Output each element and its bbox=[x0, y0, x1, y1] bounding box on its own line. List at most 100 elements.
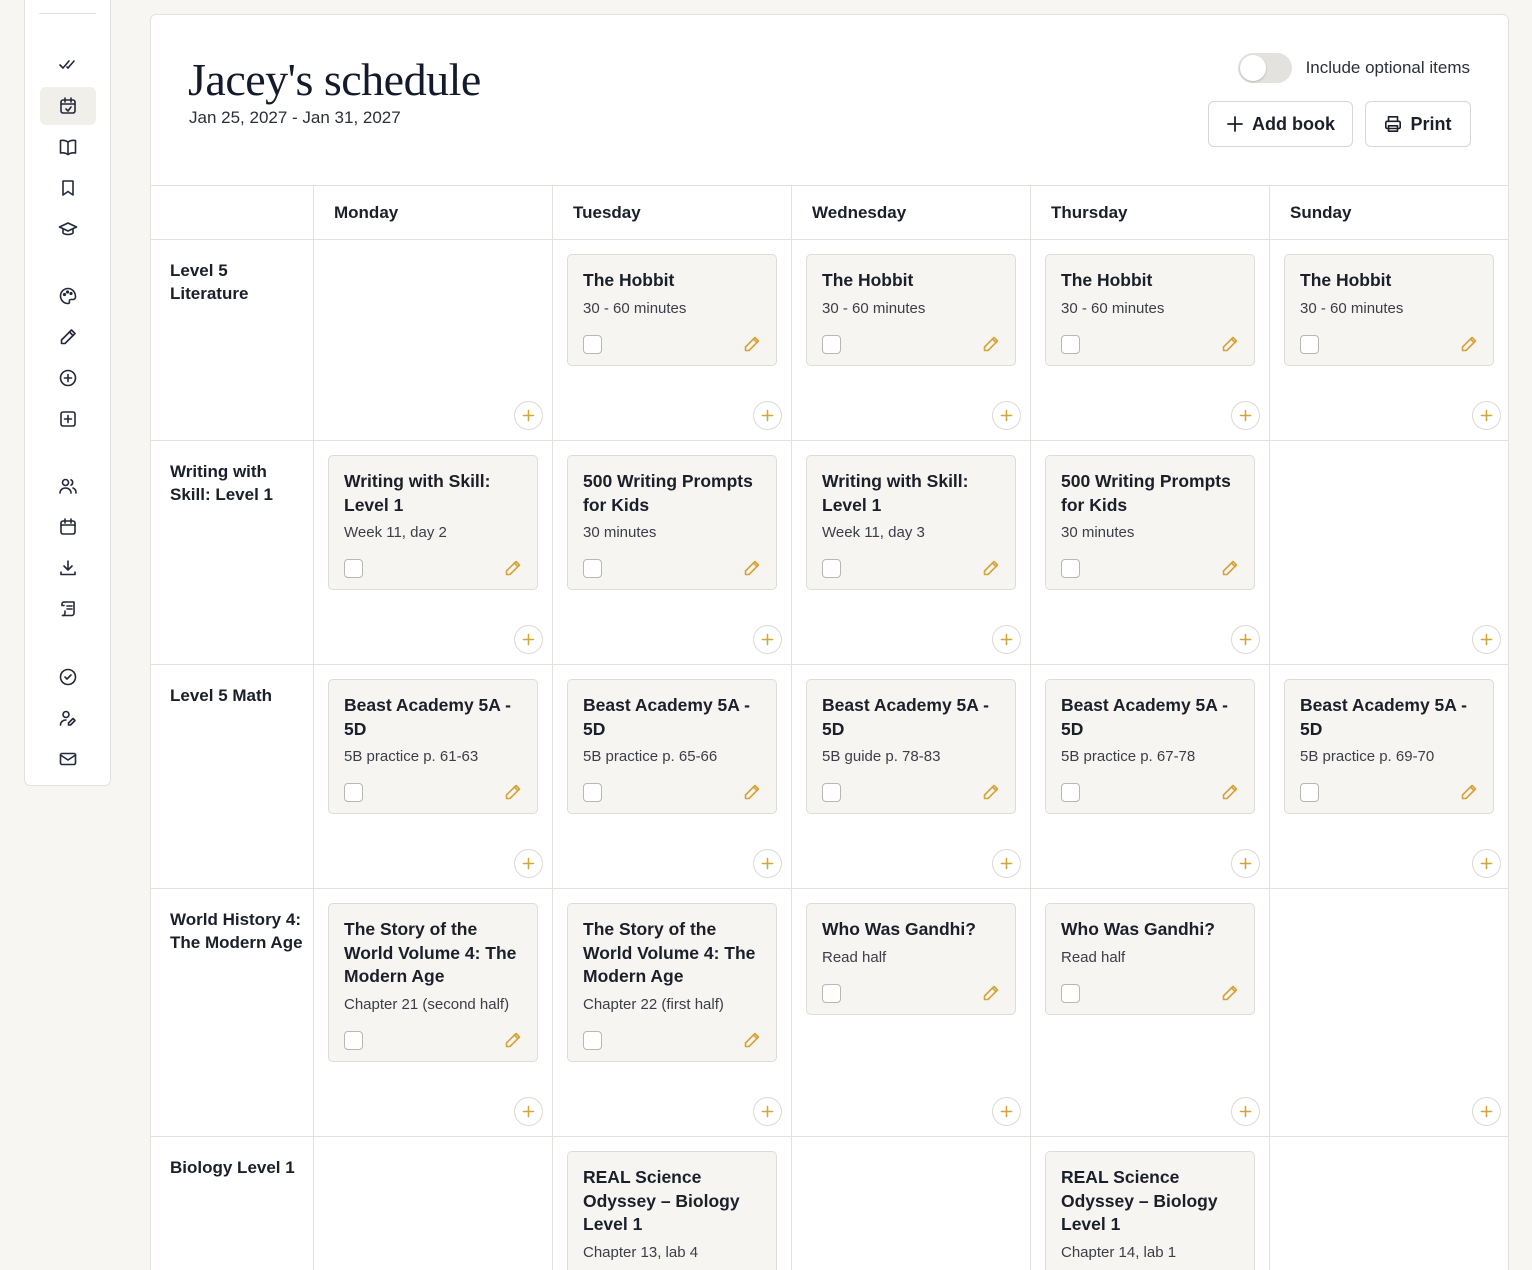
assignment-card[interactable]: The Hobbit 30 - 60 minutes bbox=[1045, 254, 1255, 366]
complete-checkbox[interactable] bbox=[1061, 783, 1080, 802]
edit-pencil-icon[interactable] bbox=[1221, 559, 1239, 577]
edit-pencil-icon[interactable] bbox=[1460, 335, 1478, 353]
add-item-button[interactable] bbox=[514, 625, 543, 654]
edit-pencil-icon[interactable] bbox=[504, 783, 522, 801]
sidebar-user-edit-link[interactable] bbox=[40, 699, 96, 737]
add-item-button[interactable] bbox=[753, 625, 782, 654]
assignment-card[interactable]: Beast Academy 5A - 5D 5B guide p. 78-83 bbox=[806, 679, 1016, 814]
sidebar-graduation-cap-link[interactable] bbox=[40, 210, 96, 248]
sidebar-scroll-link[interactable] bbox=[40, 590, 96, 628]
edit-pencil-icon[interactable] bbox=[504, 559, 522, 577]
sidebar-pencil-link[interactable] bbox=[40, 318, 96, 356]
sidebar-calendar-link[interactable] bbox=[40, 508, 96, 546]
assignment-card[interactable]: The Hobbit 30 - 60 minutes bbox=[1284, 254, 1494, 366]
edit-pencil-icon[interactable] bbox=[743, 335, 761, 353]
add-item-button[interactable] bbox=[753, 849, 782, 878]
complete-checkbox[interactable] bbox=[344, 1030, 363, 1050]
complete-checkbox[interactable] bbox=[583, 334, 602, 354]
add-item-button[interactable] bbox=[514, 849, 543, 878]
edit-pencil-icon[interactable] bbox=[743, 1031, 761, 1049]
edit-pencil-icon[interactable] bbox=[982, 559, 1000, 577]
sidebar-plus-square-link[interactable] bbox=[40, 400, 96, 438]
sidebar-mail-link[interactable] bbox=[40, 740, 96, 778]
assignment-card[interactable]: The Hobbit 30 - 60 minutes bbox=[567, 254, 777, 366]
complete-checkbox[interactable] bbox=[344, 559, 363, 578]
add-item-button[interactable] bbox=[753, 1097, 782, 1126]
edit-pencil-icon[interactable] bbox=[743, 559, 761, 577]
add-item-button[interactable] bbox=[992, 1097, 1021, 1126]
complete-checkbox[interactable] bbox=[822, 334, 841, 354]
sidebar-palette-link[interactable] bbox=[40, 277, 96, 315]
sidebar-bookmark-link[interactable] bbox=[40, 169, 96, 207]
edit-pencil-icon[interactable] bbox=[1221, 783, 1239, 801]
edit-pencil-icon[interactable] bbox=[982, 783, 1000, 801]
sidebar-plus-circle-link[interactable] bbox=[40, 359, 96, 397]
add-item-button[interactable] bbox=[753, 401, 782, 430]
assignment-card[interactable]: Writing with Skill: Level 1 Week 11, day … bbox=[328, 455, 538, 590]
assignment-card[interactable]: Who Was Gandhi? Read half bbox=[806, 903, 1016, 1015]
sidebar-book-open-link[interactable] bbox=[40, 128, 96, 166]
complete-checkbox[interactable] bbox=[822, 559, 841, 578]
sidebar-users-link[interactable] bbox=[40, 467, 96, 505]
complete-checkbox[interactable] bbox=[583, 1030, 602, 1050]
complete-checkbox[interactable] bbox=[1061, 983, 1080, 1003]
complete-checkbox[interactable] bbox=[1300, 334, 1319, 354]
sidebar-double-check-link[interactable] bbox=[40, 45, 96, 83]
add-item-button[interactable] bbox=[1231, 1097, 1260, 1126]
complete-checkbox[interactable] bbox=[1300, 783, 1319, 802]
add-item-button[interactable] bbox=[514, 401, 543, 430]
sidebar-download-link[interactable] bbox=[40, 549, 96, 587]
edit-pencil-icon[interactable] bbox=[743, 783, 761, 801]
assignment-card[interactable]: The Hobbit 30 - 60 minutes bbox=[806, 254, 1016, 366]
edit-pencil-icon[interactable] bbox=[982, 335, 1000, 353]
optional-items-toggle[interactable] bbox=[1237, 53, 1292, 83]
assignment-card[interactable]: Beast Academy 5A - 5D 5B practice p. 65-6… bbox=[567, 679, 777, 814]
assignment-card[interactable]: Who Was Gandhi? Read half bbox=[1045, 903, 1255, 1015]
add-item-button[interactable] bbox=[1231, 625, 1260, 654]
edit-pencil-icon[interactable] bbox=[504, 1031, 522, 1049]
add-item-button[interactable] bbox=[1472, 1097, 1501, 1126]
add-item-button[interactable] bbox=[514, 1097, 543, 1126]
add-item-button[interactable] bbox=[992, 625, 1021, 654]
complete-checkbox[interactable] bbox=[822, 783, 841, 802]
add-item-button[interactable] bbox=[1472, 625, 1501, 654]
add-item-button[interactable] bbox=[1231, 849, 1260, 878]
edit-pencil-icon[interactable] bbox=[1221, 335, 1239, 353]
sidebar-badge-check-link[interactable] bbox=[40, 658, 96, 696]
assignment-card[interactable]: The Story of the World Volume 4: The Mod… bbox=[328, 903, 538, 1062]
complete-checkbox[interactable] bbox=[822, 983, 841, 1003]
card-footer bbox=[1061, 1263, 1239, 1270]
add-item-button[interactable] bbox=[1472, 849, 1501, 878]
add-book-button[interactable]: Add book bbox=[1208, 101, 1353, 147]
day-cell: The Hobbit 30 - 60 minutes bbox=[1270, 240, 1508, 440]
assignment-card[interactable]: REAL Science Odyssey – Biology Level 1 Ch… bbox=[1045, 1151, 1255, 1270]
edit-pencil-icon[interactable] bbox=[982, 984, 1000, 1002]
complete-checkbox[interactable] bbox=[583, 783, 602, 802]
complete-checkbox[interactable] bbox=[583, 559, 602, 578]
complete-checkbox[interactable] bbox=[1061, 334, 1080, 354]
edit-pencil-icon[interactable] bbox=[1460, 783, 1478, 801]
add-item-button[interactable] bbox=[992, 401, 1021, 430]
assignment-card[interactable]: Writing with Skill: Level 1 Week 11, day … bbox=[806, 455, 1016, 590]
print-button[interactable]: Print bbox=[1365, 101, 1471, 147]
complete-checkbox[interactable] bbox=[344, 783, 363, 802]
assignment-card[interactable]: 500 Writing Prompts for Kids 30 minutes bbox=[567, 455, 777, 590]
plus-icon bbox=[1480, 409, 1493, 422]
assignment-card[interactable]: Beast Academy 5A - 5D 5B practice p. 67-7… bbox=[1045, 679, 1255, 814]
day-cell bbox=[1270, 441, 1508, 664]
bookmark-icon bbox=[62, 180, 74, 196]
sidebar-calendar-check-link[interactable] bbox=[40, 87, 96, 125]
edit-pencil-icon[interactable] bbox=[1221, 984, 1239, 1002]
assignment-card[interactable]: 500 Writing Prompts for Kids 30 minutes bbox=[1045, 455, 1255, 590]
plus-icon bbox=[522, 1105, 535, 1118]
plus-icon bbox=[1239, 409, 1252, 422]
add-item-button[interactable] bbox=[992, 849, 1021, 878]
add-item-button[interactable] bbox=[1472, 401, 1501, 430]
assignment-card[interactable]: The Story of the World Volume 4: The Mod… bbox=[567, 903, 777, 1062]
plus-icon bbox=[761, 1105, 774, 1118]
assignment-card[interactable]: Beast Academy 5A - 5D 5B practice p. 69-7… bbox=[1284, 679, 1494, 814]
add-item-button[interactable] bbox=[1231, 401, 1260, 430]
assignment-card[interactable]: Beast Academy 5A - 5D 5B practice p. 61-6… bbox=[328, 679, 538, 814]
assignment-card[interactable]: REAL Science Odyssey – Biology Level 1 Ch… bbox=[567, 1151, 777, 1270]
complete-checkbox[interactable] bbox=[1061, 559, 1080, 578]
